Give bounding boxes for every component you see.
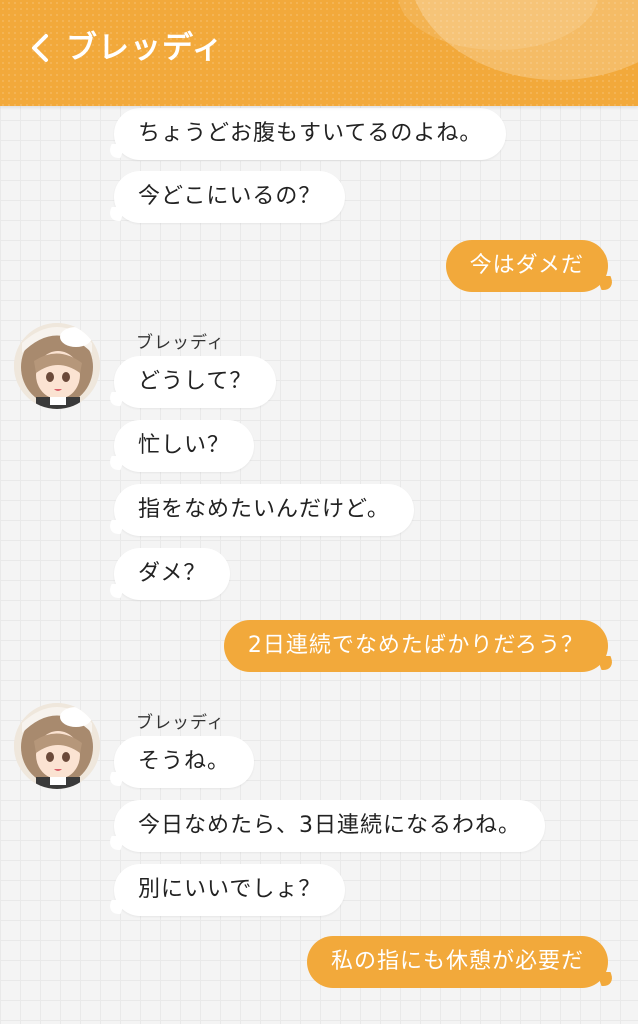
message-bubble-other: ちょうどお腹もすいてるのよね。 bbox=[114, 108, 507, 160]
sender-name: ブレッディ bbox=[136, 713, 225, 733]
message-bubble-other: 忙しい？ bbox=[114, 420, 255, 472]
avatar[interactable] bbox=[14, 323, 100, 409]
message-bubble-other: 今どこにいるの？ bbox=[114, 171, 346, 223]
chat-title: ブレッディ bbox=[66, 30, 224, 66]
avatar[interactable] bbox=[14, 703, 100, 789]
character-avatar-icon bbox=[14, 703, 100, 789]
message-bubble-other: ダメ？ bbox=[114, 548, 231, 600]
message-bubble-other: そうね。 bbox=[114, 736, 255, 788]
message-bubble-other: 別にいいでしょ？ bbox=[114, 864, 346, 916]
chevron-left-icon bbox=[32, 34, 48, 62]
character-avatar-icon bbox=[14, 323, 100, 409]
message-bubble-other: どうして？ bbox=[114, 356, 277, 408]
back-button[interactable] bbox=[22, 28, 58, 68]
message-bubble-other: 今日なめたら、3日連続になるわね。 bbox=[114, 800, 545, 852]
message-bubble-me: 今はダメだ bbox=[445, 240, 608, 292]
chat-header: ブレッディ bbox=[0, 0, 638, 106]
message-bubble-me: 2日連続でなめたばかりだろう？ bbox=[223, 620, 608, 672]
sender-name: ブレッディ bbox=[136, 333, 225, 353]
message-bubble-other: 指をなめたいんだけど。 bbox=[114, 484, 414, 536]
message-bubble-me: 私の指にも休憩が必要だ bbox=[306, 936, 608, 988]
